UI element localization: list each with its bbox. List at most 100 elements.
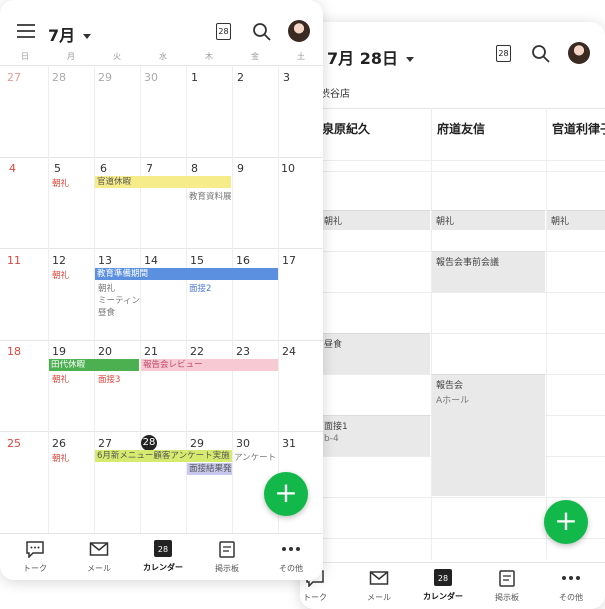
day-cell-number[interactable]: 15 — [190, 254, 204, 267]
calendar-today-icon[interactable]: 28 — [216, 23, 231, 40]
board-icon — [499, 570, 515, 587]
add-event-button[interactable]: + — [544, 500, 588, 544]
day-cell-number[interactable]: 27 — [7, 71, 21, 84]
month-title: 7月 — [48, 26, 76, 45]
event-bar[interactable]: 官道休暇 — [95, 176, 231, 188]
day-cell-number[interactable]: 4 — [9, 162, 16, 175]
day-view-header: 7月 28日 28 — [300, 22, 605, 84]
day-divider — [94, 65, 95, 533]
month-title-button[interactable]: 7月 — [48, 22, 92, 46]
day-cell-number[interactable]: 18 — [7, 345, 21, 358]
day-cell-number[interactable]: 21 — [144, 345, 158, 358]
event-bar[interactable]: 報告会レビュー — [141, 359, 278, 371]
day-cell-number[interactable]: 27 — [98, 437, 112, 450]
column-header[interactable]: 官道利律子 — [552, 120, 605, 137]
day-cell-number[interactable]: 29 — [98, 71, 112, 84]
day-cell-number[interactable]: 19 — [52, 345, 66, 358]
weekday-label: 火 — [113, 52, 121, 61]
tab-bar: トーク メール 28 カレンダー 掲示板 その他 — [0, 533, 323, 580]
today-marker: 28 — [141, 435, 157, 451]
day-cell-number[interactable]: 30 — [144, 71, 158, 84]
day-cell-number[interactable]: 24 — [282, 345, 296, 358]
search-icon[interactable] — [531, 44, 551, 64]
day-event[interactable]: 報告会 Aホール — [432, 374, 545, 496]
event-label[interactable]: 教育資料展 — [189, 190, 231, 202]
tab-mail[interactable]: メール — [351, 569, 407, 603]
weekday-label: 金 — [251, 52, 259, 61]
column-header[interactable]: 泉原紀久 — [322, 120, 370, 137]
weekday-label: 日 — [21, 52, 29, 61]
day-cell-number[interactable]: 25 — [7, 437, 21, 450]
avatar[interactable] — [288, 20, 310, 42]
tab-talk[interactable]: トーク — [7, 540, 63, 574]
tab-mail[interactable]: メール — [71, 540, 127, 574]
day-event[interactable]: 朝礼 — [432, 210, 545, 230]
day-cell-today[interactable]: 28 — [141, 435, 157, 451]
event-label[interactable]: アンケート — [234, 451, 276, 463]
day-event[interactable]: 報告会事前会議 — [432, 251, 545, 292]
event-label[interactable]: 昼食 — [98, 306, 115, 318]
day-cell-number[interactable]: 3 — [283, 71, 290, 84]
day-cell-number[interactable]: 17 — [282, 254, 296, 267]
day-title: 7月 28日 — [327, 49, 398, 68]
tab-calendar[interactable]: 28 カレンダー — [135, 540, 191, 573]
day-cell-number[interactable]: 7 — [146, 162, 153, 175]
event-bar[interactable]: 田代休暇 — [49, 359, 139, 371]
day-event[interactable]: 朝礼 — [547, 210, 605, 230]
day-divider — [232, 65, 233, 533]
day-cell-number[interactable]: 29 — [190, 437, 204, 450]
event-label[interactable]: 朝礼 — [52, 177, 69, 189]
day-cell-number[interactable]: 9 — [237, 162, 244, 175]
day-cell-number[interactable]: 23 — [236, 345, 250, 358]
day-cell-number[interactable]: 26 — [52, 437, 66, 450]
day-cell-number[interactable]: 22 — [190, 345, 204, 358]
day-cell-number[interactable]: 10 — [281, 162, 295, 175]
event-bar[interactable]: 6月新メニュー顧客アンケート実施 — [95, 450, 232, 462]
day-cell-number[interactable]: 30 — [236, 437, 250, 450]
tab-board[interactable]: 掲示板 — [479, 569, 535, 603]
day-cell-number[interactable]: 12 — [52, 254, 66, 267]
day-cell-number[interactable]: 31 — [282, 437, 296, 450]
weekday-label: 水 — [159, 52, 167, 61]
event-label[interactable]: 朝礼 — [98, 282, 115, 294]
search-icon[interactable] — [252, 22, 272, 42]
day-cell-number[interactable]: 6 — [100, 162, 107, 175]
column-header[interactable]: 府道友信 — [437, 120, 485, 137]
event-label[interactable]: 朝礼 — [52, 373, 69, 385]
day-cell-number[interactable]: 8 — [191, 162, 198, 175]
tab-bar: トーク メール 28 カレンダー 掲示板 その他 — [300, 562, 605, 609]
event-bar[interactable]: 面接結果発 — [187, 463, 232, 475]
day-cell-number[interactable]: 28 — [52, 71, 66, 84]
avatar[interactable] — [568, 42, 590, 64]
tab-calendar[interactable]: 28 カレンダー — [415, 569, 471, 602]
calendar-today-icon[interactable]: 28 — [496, 45, 511, 62]
day-cell-number[interactable]: 11 — [7, 254, 21, 267]
day-event[interactable]: 朝礼 — [320, 210, 430, 230]
mail-icon — [89, 542, 109, 556]
event-bar[interactable]: 教育準備期間 — [95, 268, 278, 280]
event-label[interactable]: 朝礼 — [52, 269, 69, 281]
event-label[interactable]: 面接2 — [189, 282, 211, 294]
event-label[interactable]: ミーティン — [98, 294, 140, 306]
add-event-button[interactable]: + — [264, 472, 308, 516]
day-cell-number[interactable]: 13 — [98, 254, 112, 267]
day-cell-number[interactable]: 2 — [237, 71, 244, 84]
time-slot-line — [300, 292, 605, 293]
tab-board[interactable]: 掲示板 — [199, 540, 255, 574]
tab-more[interactable]: その他 — [543, 569, 599, 603]
day-event[interactable]: 面接1 b-4 — [320, 415, 430, 456]
time-slot-line — [300, 160, 605, 161]
day-cell-number[interactable]: 16 — [236, 254, 250, 267]
day-cell-number[interactable]: 14 — [144, 254, 158, 267]
chevron-down-icon — [405, 57, 414, 62]
day-title-button[interactable]: 7月 28日 — [327, 45, 414, 69]
day-cell-number[interactable]: 5 — [54, 162, 61, 175]
event-label[interactable]: 朝礼 — [52, 452, 69, 464]
column-divider — [546, 108, 547, 560]
day-event[interactable]: 昼食 — [320, 333, 430, 374]
tab-more[interactable]: その他 — [263, 540, 319, 574]
day-cell-number[interactable]: 1 — [191, 71, 198, 84]
hamburger-menu-icon[interactable] — [17, 24, 35, 38]
day-cell-number[interactable]: 20 — [98, 345, 112, 358]
event-label[interactable]: 面接3 — [98, 373, 120, 385]
